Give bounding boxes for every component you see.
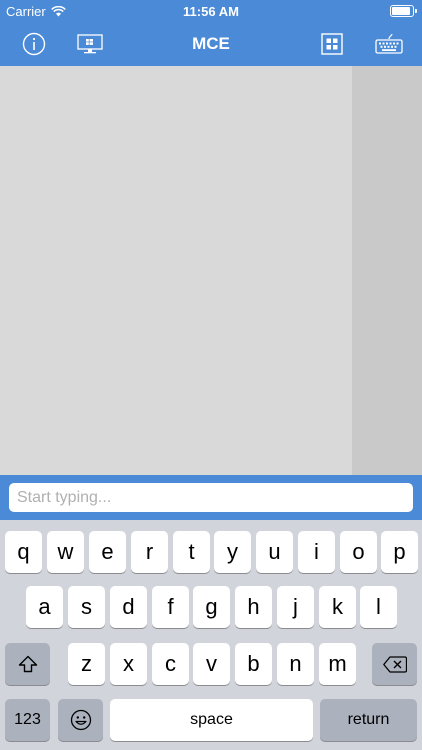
key-q[interactable]: q: [5, 531, 42, 573]
status-bar: Carrier 11:56 AM: [0, 0, 422, 22]
key-y[interactable]: y: [214, 531, 251, 573]
key-d[interactable]: d: [110, 586, 147, 628]
scroll-strip[interactable]: [352, 66, 422, 475]
key-u[interactable]: u: [256, 531, 293, 573]
key-x[interactable]: x: [110, 643, 147, 685]
shift-key[interactable]: [5, 643, 50, 685]
key-o[interactable]: o: [340, 531, 377, 573]
key-a[interactable]: a: [26, 586, 63, 628]
delete-key[interactable]: [372, 643, 417, 685]
emoji-icon: [70, 709, 91, 731]
keyboard: q w e r t y u i o p a s d f g h j k l z …: [0, 520, 422, 750]
key-n[interactable]: n: [277, 643, 314, 685]
key-v[interactable]: v: [193, 643, 230, 685]
numbers-key[interactable]: 123: [5, 699, 50, 741]
status-time: 11:56 AM: [183, 4, 239, 19]
key-l[interactable]: l: [360, 586, 397, 628]
key-b[interactable]: b: [235, 643, 272, 685]
emoji-key[interactable]: [58, 699, 103, 741]
key-z[interactable]: z: [68, 643, 105, 685]
key-j[interactable]: j: [277, 586, 314, 628]
key-p[interactable]: p: [381, 531, 418, 573]
backspace-icon: [382, 655, 407, 673]
page-title: MCE: [192, 34, 230, 53]
key-i[interactable]: i: [298, 531, 335, 573]
touchpad-area[interactable]: [0, 66, 352, 475]
grid-button[interactable]: [318, 30, 346, 58]
shift-icon: [18, 655, 37, 673]
key-e[interactable]: e: [89, 531, 126, 573]
input-bar: [0, 475, 422, 520]
grid-icon: [321, 33, 343, 55]
keyboard-icon: [375, 33, 403, 54]
key-g[interactable]: g: [193, 586, 230, 628]
key-f[interactable]: f: [152, 586, 189, 628]
key-m[interactable]: m: [319, 643, 356, 685]
return-key[interactable]: return: [320, 699, 417, 741]
battery-icon: [390, 5, 417, 17]
key-k[interactable]: k: [319, 586, 356, 628]
typing-input[interactable]: [9, 483, 413, 512]
key-w[interactable]: w: [47, 531, 84, 573]
keyboard-button[interactable]: [374, 30, 404, 58]
key-r[interactable]: r: [131, 531, 168, 573]
key-c[interactable]: c: [152, 643, 189, 685]
key-h[interactable]: h: [235, 586, 272, 628]
nav-bar: MCE: [0, 22, 422, 66]
key-s[interactable]: s: [68, 586, 105, 628]
space-key[interactable]: space: [110, 699, 313, 741]
key-t[interactable]: t: [173, 531, 210, 573]
